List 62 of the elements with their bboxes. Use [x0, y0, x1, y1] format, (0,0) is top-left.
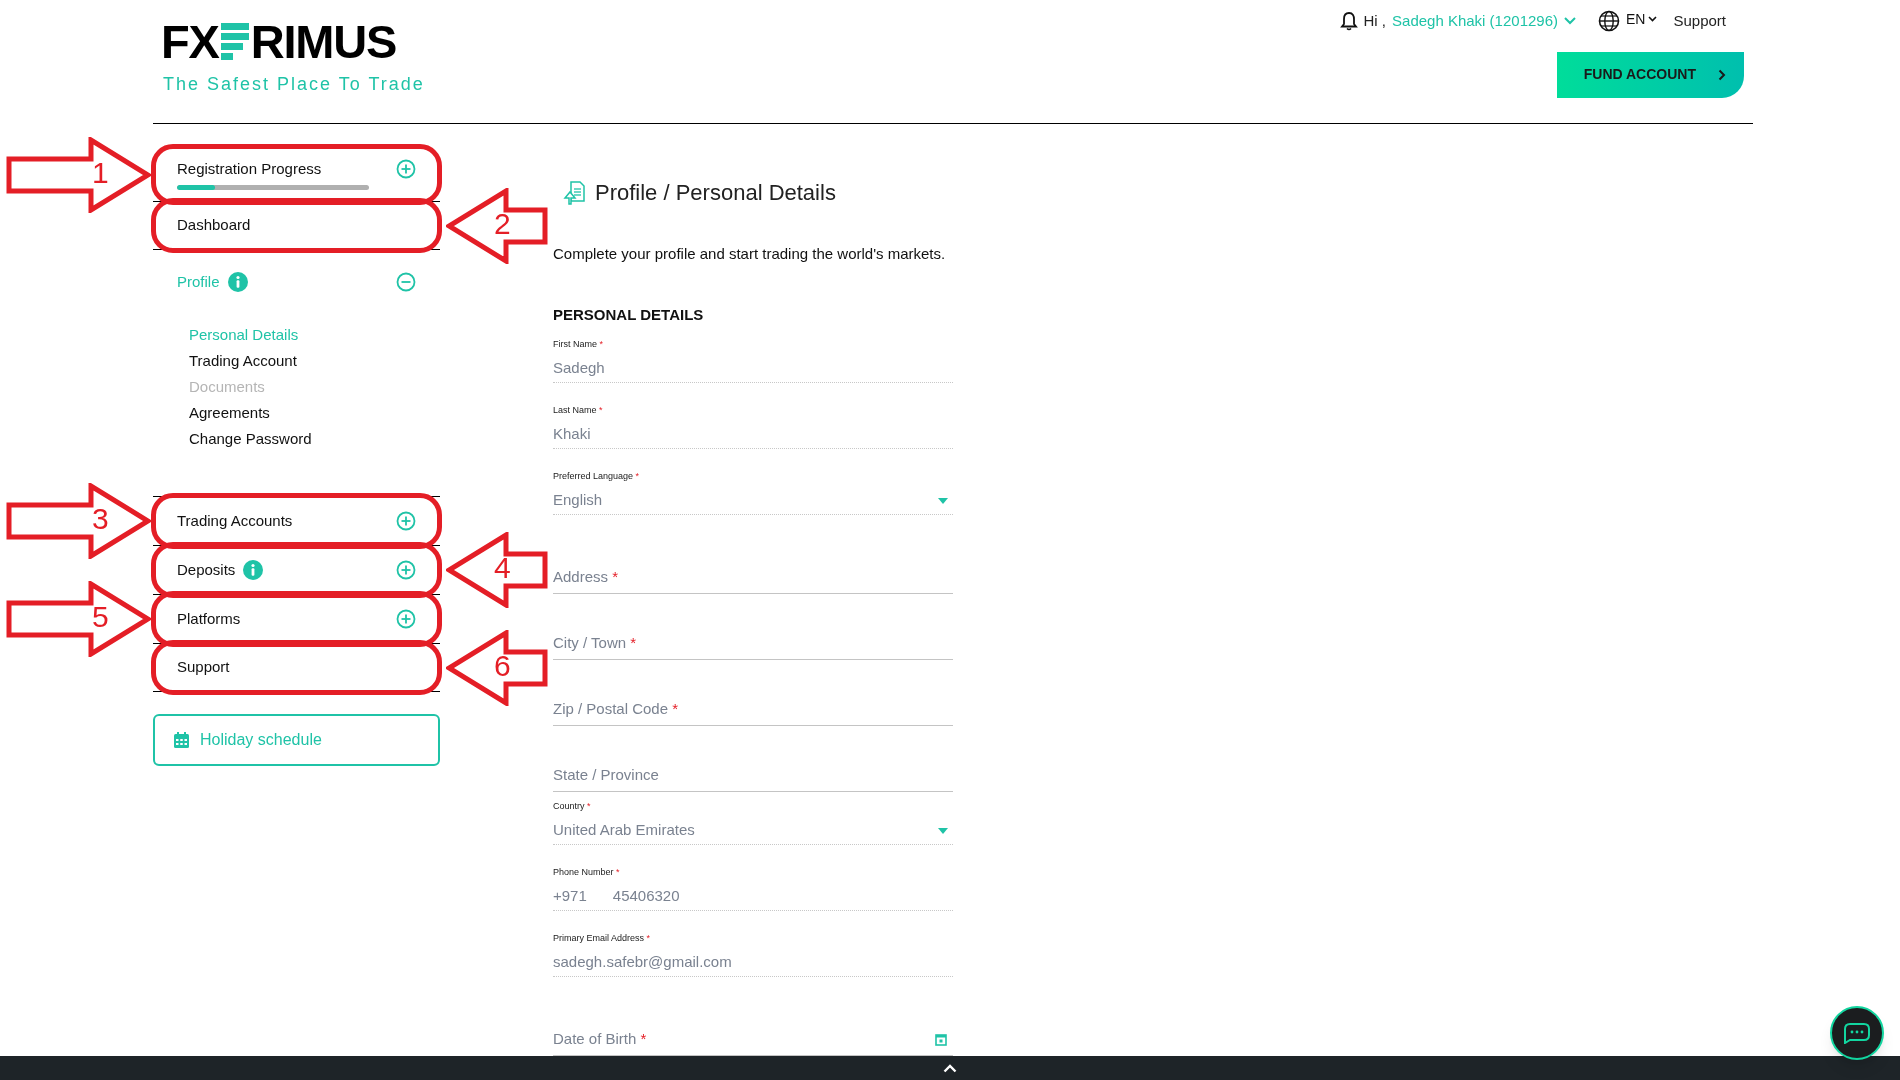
input-field[interactable]: Sadegh: [553, 355, 953, 383]
field-label: Primary Email Address *: [553, 932, 652, 944]
sidebar-item[interactable]: Deposits: [177, 558, 236, 582]
chevron-down-icon: [1564, 17, 1576, 26]
expand-icon[interactable]: [396, 560, 416, 580]
logo-text: FX: [161, 18, 219, 65]
support-link[interactable]: Support: [1673, 10, 1726, 33]
section-heading: PERSONAL DETAILS: [553, 304, 705, 325]
submenu-item[interactable]: Trading Account: [189, 348, 440, 374]
collapse-icon[interactable]: [396, 272, 416, 292]
input-field[interactable]: Khaki: [553, 421, 953, 449]
language-selector[interactable]: EN: [1626, 8, 1658, 30]
sidebar-item[interactable]: Dashboard: [177, 214, 251, 237]
sidebar-item[interactable]: Support: [177, 656, 230, 679]
chat-button[interactable]: [1830, 1006, 1884, 1060]
logo-tagline: The Safest Place To Trade: [163, 73, 425, 96]
input-field[interactable]: +971 45406320: [553, 883, 953, 911]
sidebar-item[interactable]: Trading Accounts: [177, 509, 293, 533]
country-code: +971: [553, 886, 587, 907]
select-field[interactable]: English: [553, 487, 953, 515]
annotation-number: 3: [92, 501, 109, 537]
bell-icon[interactable]: [1339, 11, 1358, 32]
fund-account-button[interactable]: FUND ACCOUNT: [1556, 51, 1744, 98]
chevron-down-icon: [1648, 16, 1658, 23]
chevron-right-icon: [1718, 68, 1726, 81]
submenu-item[interactable]: Change Password: [189, 426, 440, 452]
greeting-text: Hi ,: [1363, 11, 1387, 31]
expand-icon[interactable]: [396, 159, 416, 180]
scroll-top-icon[interactable]: [943, 1063, 957, 1073]
field-label: Last Name *: [553, 404, 604, 416]
annotation-number: 4: [494, 550, 511, 586]
registration-progress-title: Registration Progress: [177, 159, 322, 179]
logo-bars-icon: [219, 22, 250, 61]
annotation-number: 2: [494, 205, 511, 242]
sidebar-item[interactable]: Platforms: [177, 607, 241, 631]
input-field[interactable]: Zip / Postal Code *: [553, 694, 953, 726]
dropdown-caret-icon: [938, 827, 948, 834]
expand-icon[interactable]: [396, 511, 416, 531]
calendar-icon: [935, 1033, 947, 1046]
select-field[interactable]: United Arab Emirates: [553, 817, 953, 845]
input-field[interactable]: City / Town *: [553, 628, 953, 660]
input-field[interactable]: Address *: [553, 562, 953, 594]
annotation-number: 1: [92, 154, 109, 191]
page-subtitle: Complete your profile and start trading the world's markets.: [553, 244, 947, 264]
field-label: First Name *: [553, 338, 605, 350]
field-label: Country *: [553, 800, 592, 812]
chat-icon: [1843, 1022, 1871, 1044]
globe-icon[interactable]: [1598, 10, 1620, 33]
document-icon: [563, 180, 585, 205]
field-label: Preferred Language *: [553, 470, 641, 482]
dropdown-caret-icon: [938, 497, 948, 504]
input-field[interactable]: sadegh.safebr@gmail.com: [553, 949, 953, 977]
input-field[interactable]: State / Province: [553, 760, 953, 792]
annotation-number: 5: [92, 599, 109, 635]
page-title: Profile / Personal Details: [595, 179, 836, 207]
submenu-item[interactable]: Agreements: [189, 400, 440, 426]
logo-text: RIMUS: [250, 18, 397, 65]
annotation-number: 6: [494, 647, 511, 684]
calendar-icon: [173, 731, 190, 749]
field-label: Phone Number *: [553, 866, 621, 878]
phone-number: 45406320: [612, 886, 680, 907]
expand-icon[interactable]: [396, 609, 416, 629]
